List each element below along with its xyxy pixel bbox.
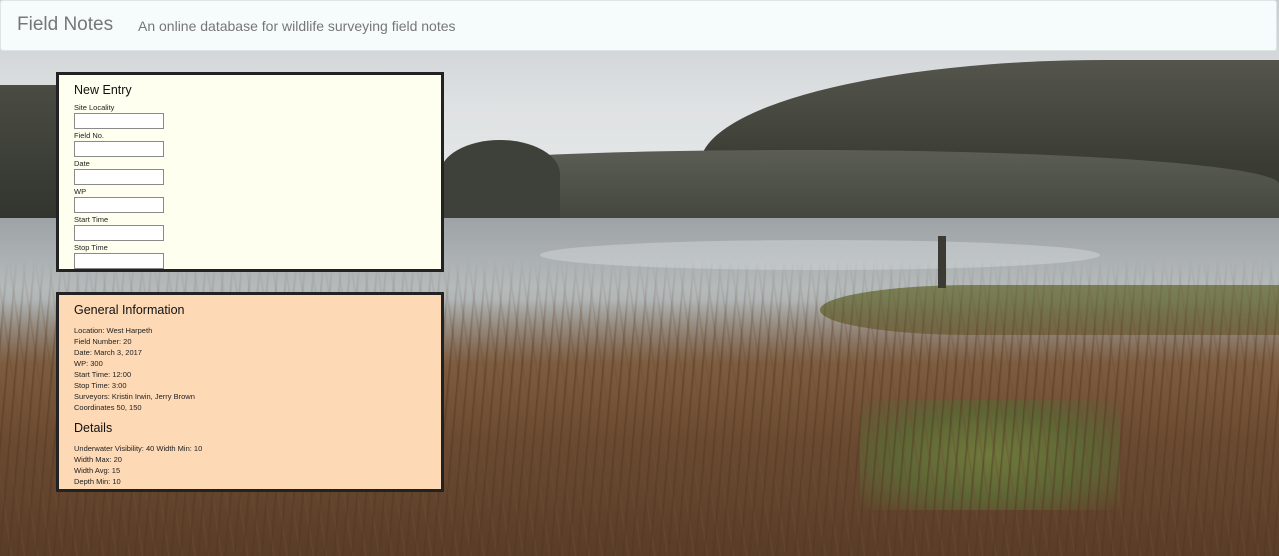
- date-label: Date: [74, 159, 90, 168]
- wp-input[interactable]: [74, 197, 164, 213]
- field-no-label: Field No.: [74, 131, 105, 140]
- site-locality-input[interactable]: [74, 113, 164, 129]
- site-locality-label: Site Locality: [74, 103, 115, 112]
- field-number-text: Field Number: 20: [74, 337, 132, 346]
- location-text: Location: West Harpeth: [74, 326, 153, 335]
- field-no-input[interactable]: [74, 141, 164, 157]
- date-text: Date: March 3, 2017: [74, 348, 142, 357]
- underwater-visibility-text: Underwater Visibility: 40 Width Min: 10: [74, 444, 203, 453]
- stop-time-input[interactable]: [74, 253, 164, 269]
- new-entry-title: New Entry: [74, 83, 132, 97]
- navbar: Field Notes An online database for wildl…: [0, 0, 1277, 51]
- stop-time-text: Stop Time: 3:00: [74, 381, 127, 390]
- navbar-tagline: An online database for wildlife surveyin…: [138, 18, 456, 34]
- width-avg-text: Width Avg: 15: [74, 466, 121, 475]
- depth-min-text: Depth Min: 10: [74, 477, 121, 486]
- coordinates-text: Coordinates 50, 150: [74, 403, 142, 412]
- new-entry-panel: New Entry Site Locality Field No. Date W…: [56, 72, 444, 272]
- brand-link[interactable]: Field Notes: [17, 14, 113, 36]
- details-title: Details: [74, 421, 113, 435]
- start-time-label: Start Time: [74, 215, 109, 224]
- wp-text: WP: 300: [74, 359, 103, 368]
- wp-label: WP: [74, 187, 87, 196]
- treeline-mid: [440, 140, 560, 225]
- start-time-text: Start Time: 12:00: [74, 370, 132, 379]
- surveyors-text: Surveyors: Kristin Irwin, Jerry Brown: [74, 392, 195, 401]
- stop-time-label: Stop Time: [74, 243, 108, 252]
- date-input[interactable]: [74, 169, 164, 185]
- general-information-panel: General Information Location: West Harpe…: [56, 292, 444, 492]
- page: Field Notes An online database for wildl…: [0, 0, 1279, 556]
- width-max-text: Width Max: 20: [74, 455, 122, 464]
- treeline-left: [0, 85, 60, 235]
- general-information-title: General Information: [74, 303, 185, 317]
- start-time-input[interactable]: [74, 225, 164, 241]
